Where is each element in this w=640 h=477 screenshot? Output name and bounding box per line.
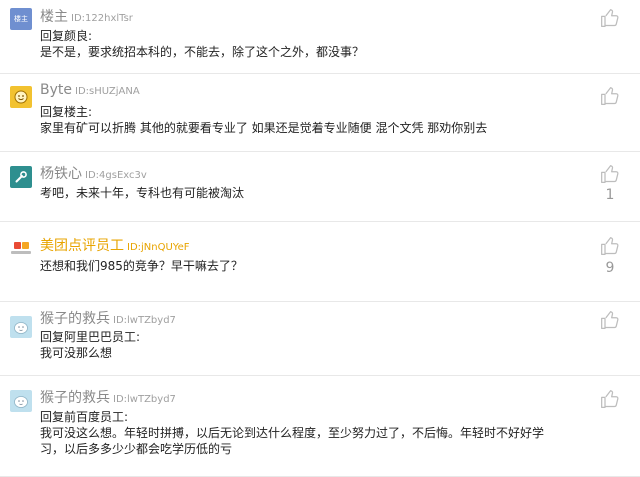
- username[interactable]: 猴子的救兵: [40, 308, 110, 328]
- smiley-face-icon[interactable]: [10, 86, 32, 108]
- comment-text: 还想和我们985的竞争？早干嘛去了？: [40, 258, 580, 274]
- comment-line: 回复楼主:: [40, 105, 93, 119]
- comment-line: 回复阿里巴巴员工:: [40, 330, 141, 344]
- username[interactable]: 楼主: [40, 6, 68, 26]
- comment-author: Byte ID:sHUZjANA: [40, 82, 140, 98]
- monkey-avatar-icon[interactable]: [10, 316, 32, 338]
- comment-author: 杨铁心 ID:4gsExc3v: [40, 163, 147, 183]
- user-id: ID:122hxlTsr: [71, 13, 133, 24]
- wrench-icon[interactable]: [10, 166, 32, 188]
- building-owner-badge-icon[interactable]: 楼主: [10, 8, 32, 30]
- comment-text: 回复颜良: 是不是，要求统招本科的，不能去，除了这个之外，都没事？: [40, 28, 580, 60]
- username[interactable]: 猴子的救兵: [40, 387, 110, 407]
- comment-line: 我可没那么想: [40, 346, 113, 360]
- comment-item: 美团点评员工 ID:jNnQUYeF 还想和我们985的竞争？早干嘛去了？ 9: [0, 222, 640, 302]
- comment-line: 还想和我们985的竞争？早干嘛去了？: [40, 259, 243, 273]
- thumbs-up-icon: [601, 390, 619, 408]
- like-button[interactable]: [600, 389, 620, 409]
- comment-item: Byte ID:sHUZjANA 回复楼主: 家里有矿可以折腾 其他的就要看专业…: [0, 74, 640, 152]
- user-id: ID:lwTZbyd7: [113, 315, 176, 326]
- username[interactable]: 美团点评员工: [40, 235, 124, 255]
- comment-author: 猴子的救兵 ID:lwTZbyd7: [40, 308, 176, 328]
- comment-author: 楼主 ID:122hxlTsr: [40, 6, 133, 26]
- avatar-label: 楼主: [14, 14, 28, 23]
- like-button[interactable]: [600, 236, 620, 256]
- comment-item: 楼主 楼主 ID:122hxlTsr 回复颜良: 是不是，要求统招本科的，不能去…: [0, 0, 640, 74]
- monkey-avatar-icon[interactable]: [10, 390, 32, 412]
- comment-line: 回复颜良:: [40, 29, 93, 43]
- like-button[interactable]: [600, 8, 620, 28]
- comment-item: 杨铁心 ID:4gsExc3v 考吧，未来十年，专科也有可能被淘汰 1: [0, 152, 640, 222]
- comment-item: 猴子的救兵 ID:lwTZbyd7 回复阿里巴巴员工: 我可没那么想: [0, 302, 640, 376]
- comment-text: 回复阿里巴巴员工: 我可没那么想: [40, 329, 580, 361]
- comment-text: 考吧，未来十年，专科也有可能被淘汰: [40, 185, 580, 201]
- username[interactable]: Byte: [40, 82, 72, 98]
- comment-author: 猴子的救兵 ID:lwTZbyd7: [40, 387, 176, 407]
- comment-text: 回复楼主: 家里有矿可以折腾 其他的就要看专业了 如果还是觉着专业随便 混个文凭…: [40, 104, 580, 136]
- like-button[interactable]: [600, 310, 620, 330]
- thumbs-up-icon: [601, 87, 619, 105]
- username[interactable]: 杨铁心: [40, 163, 82, 183]
- comment-line: 我可没这么想。年轻时拼搏，以后无论到达什么程度，至少努力过了，不后悔。年轻时不好…: [40, 426, 545, 440]
- comment-line: 家里有矿可以折腾 其他的就要看专业了 如果还是觉着专业随便 混个文凭 那劝你别去: [40, 121, 488, 135]
- meituan-dianping-logo-icon[interactable]: [10, 237, 32, 259]
- comment-line: 回复前百度员工:: [40, 410, 129, 424]
- like-button[interactable]: [600, 86, 620, 106]
- comment-line: 习，以后多多少少都会吃学历低的亏: [40, 442, 233, 456]
- user-id: ID:4gsExc3v: [85, 170, 147, 181]
- user-id: ID:sHUZjANA: [75, 86, 140, 97]
- comment-line: 考吧，未来十年，专科也有可能被淘汰: [40, 186, 245, 200]
- comment-item: 猴子的救兵 ID:lwTZbyd7 回复前百度员工: 我可没这么想。年轻时拼搏，…: [0, 376, 640, 477]
- comment-line: 是不是，要求统招本科的，不能去，除了这个之外，都没事？: [40, 45, 365, 59]
- like-count: 1: [605, 187, 615, 203]
- thumbs-up-icon: [601, 9, 619, 27]
- thumbs-up-icon: [601, 165, 619, 183]
- like-count: 9: [605, 260, 615, 276]
- user-id: ID:jNnQUYeF: [127, 242, 190, 253]
- thumbs-up-icon: [601, 311, 619, 329]
- user-id: ID:lwTZbyd7: [113, 394, 176, 405]
- comment-author: 美团点评员工 ID:jNnQUYeF: [40, 235, 190, 255]
- like-button[interactable]: [600, 164, 620, 184]
- thumbs-up-icon: [601, 237, 619, 255]
- comment-list: 楼主 楼主 ID:122hxlTsr 回复颜良: 是不是，要求统招本科的，不能去…: [0, 0, 640, 477]
- comment-text: 回复前百度员工: 我可没这么想。年轻时拼搏，以后无论到达什么程度，至少努力过了，…: [40, 409, 580, 457]
